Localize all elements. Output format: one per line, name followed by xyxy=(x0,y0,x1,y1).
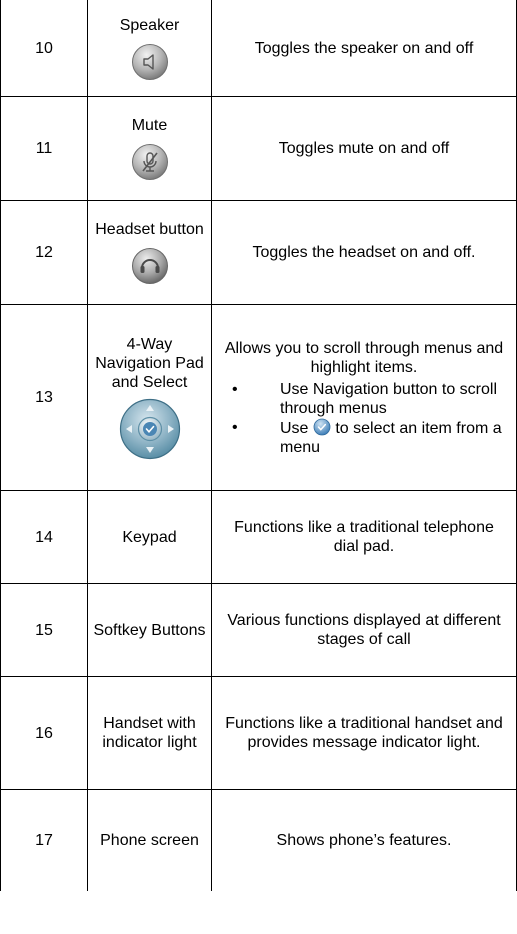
list-item: • Use Navigation button to scroll throug… xyxy=(222,380,506,418)
headset-icon xyxy=(131,248,168,284)
item-number: 12 xyxy=(0,200,88,305)
table-row: 10 Speaker Toggles the speaker on and of… xyxy=(0,0,517,97)
feature-name: 4-Way Navigation Pad and Select xyxy=(95,336,204,391)
feature-cell: Speaker xyxy=(87,0,212,97)
feature-description-cell: Allows you to scroll through menus and h… xyxy=(211,304,517,491)
feature-name: Handset with indicator light xyxy=(87,676,212,790)
feature-description: Toggles the speaker on and off xyxy=(211,0,517,97)
select-icon xyxy=(313,418,331,435)
item-number: 11 xyxy=(0,96,88,201)
item-number: 14 xyxy=(0,490,88,584)
table-row: 11 Mute Toggles mute on and off xyxy=(0,96,517,201)
feature-name: Softkey Buttons xyxy=(87,583,212,677)
item-number: 16 xyxy=(0,676,88,790)
bullet-icon: • xyxy=(232,418,238,436)
feature-description: Functions like a traditional handset and… xyxy=(211,676,517,790)
item-number: 10 xyxy=(0,0,88,97)
item-number: 17 xyxy=(0,789,88,891)
feature-description: Various functions displayed at different… xyxy=(211,583,517,677)
mute-icon xyxy=(131,144,168,180)
feature-cell: Mute xyxy=(87,96,212,201)
bullet-text-pre: Use xyxy=(280,419,309,437)
feature-description: Toggles the headset on and off. xyxy=(211,200,517,305)
feature-cell: 4-Way Navigation Pad and Select xyxy=(87,304,212,491)
feature-cell: Headset button xyxy=(87,200,212,305)
table-row: 14 Keypad Functions like a traditional t… xyxy=(0,490,517,584)
item-number: 15 xyxy=(0,583,88,677)
bullet-list: • Use Navigation button to scroll throug… xyxy=(222,380,506,457)
feature-description: Allows you to scroll through menus and h… xyxy=(224,339,504,376)
item-number: 13 xyxy=(0,304,88,491)
table-row: 16 Handset with indicator light Function… xyxy=(0,676,517,790)
feature-name: Keypad xyxy=(87,490,212,584)
table-row: 15 Softkey Buttons Various functions dis… xyxy=(0,583,517,677)
feature-description: Shows phone’s features. xyxy=(211,789,517,891)
list-item: • Use to select an item from a menu xyxy=(222,418,506,457)
bullet-text: Use Navigation button to scroll through … xyxy=(280,380,497,417)
bullet-icon: • xyxy=(232,380,238,398)
table-row: 17 Phone screen Shows phone’s features. xyxy=(0,789,517,891)
feature-description: Functions like a traditional telephone d… xyxy=(211,490,517,584)
feature-name: Speaker xyxy=(119,16,180,34)
table-row: 13 4-Way Navigation Pad and Select Allow… xyxy=(0,304,517,491)
phone-features-table: 10 Speaker Toggles the speaker on and of… xyxy=(0,0,517,891)
feature-description: Toggles mute on and off xyxy=(211,96,517,201)
speaker-icon xyxy=(131,43,168,80)
feature-name: Mute xyxy=(131,117,168,134)
navigation-pad-icon xyxy=(119,398,180,460)
feature-name: Phone screen xyxy=(87,789,212,891)
feature-name: Headset button xyxy=(95,221,204,238)
table-row: 12 Headset button Toggles the headset on… xyxy=(0,200,517,305)
